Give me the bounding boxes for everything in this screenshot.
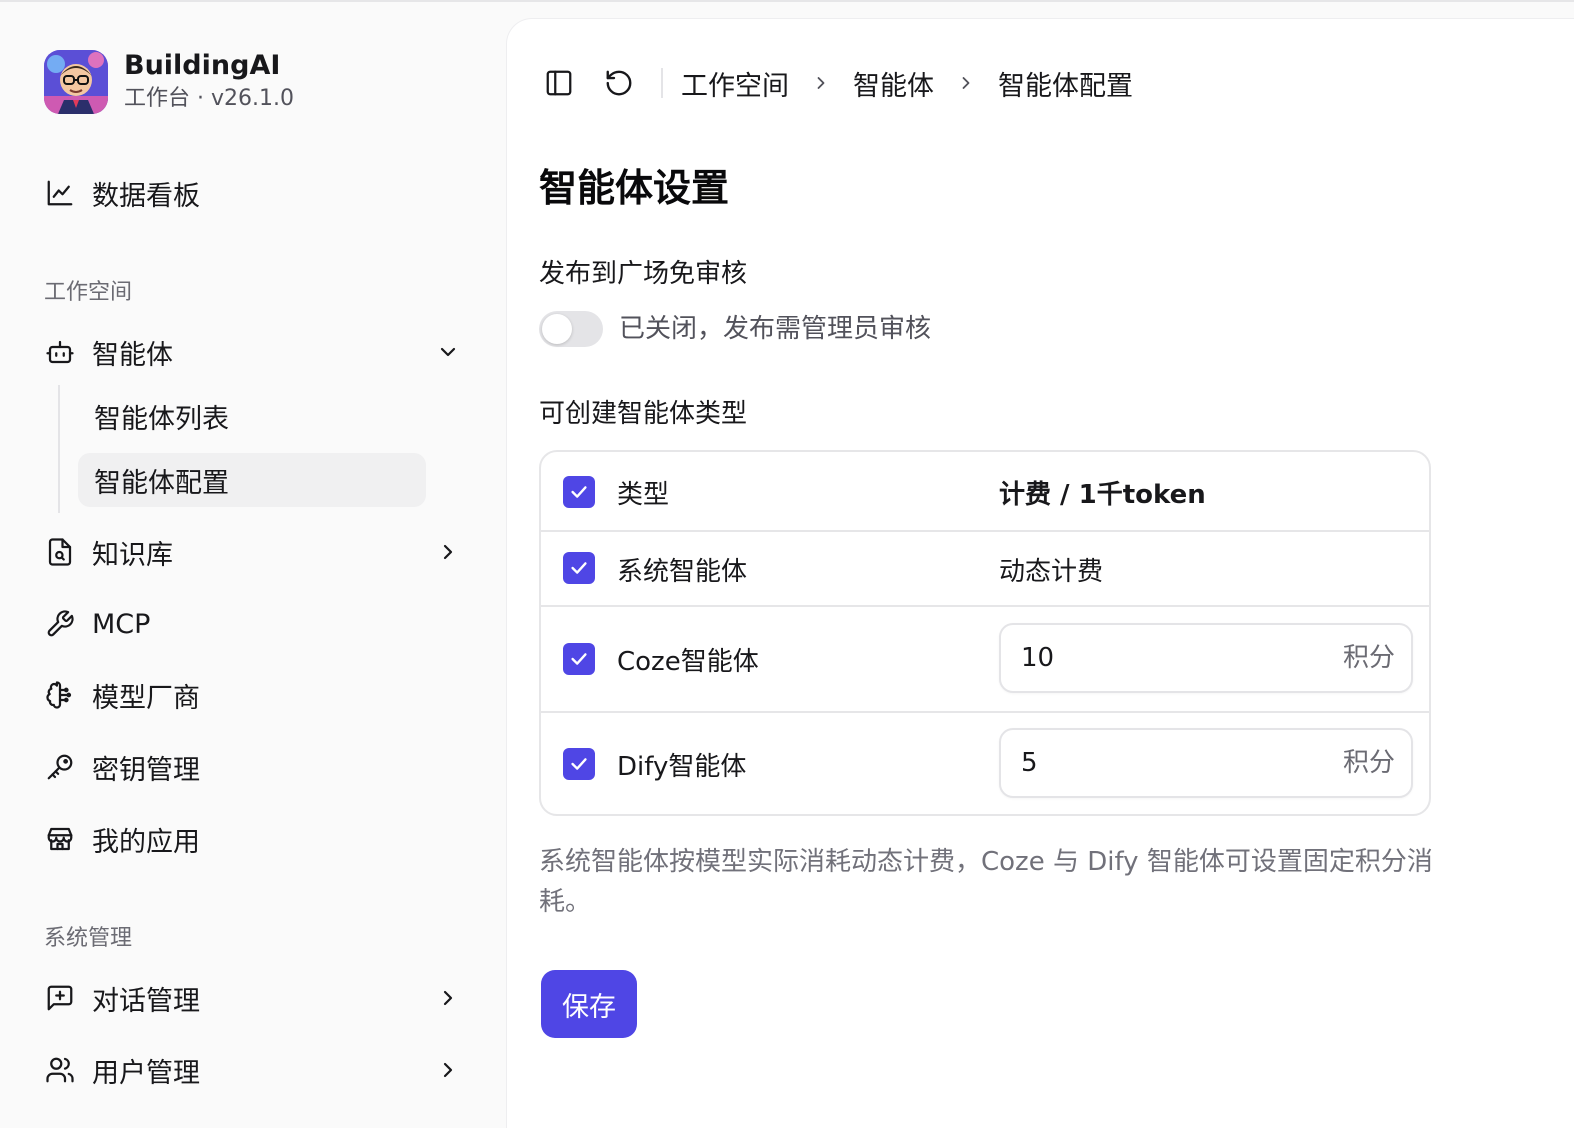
check-icon xyxy=(571,758,587,770)
system-agent-checkbox[interactable] xyxy=(563,552,595,584)
check-icon xyxy=(571,486,587,498)
input-value: 10 xyxy=(1021,643,1055,673)
brand[interactable]: BuildingAI 工作台 · v26.1.0 xyxy=(44,50,294,114)
publish-review-toggle[interactable] xyxy=(539,311,603,347)
save-button[interactable]: 保存 xyxy=(541,970,637,1038)
input-unit: 积分 xyxy=(1342,643,1395,673)
toggle-knob xyxy=(542,314,572,344)
check-icon xyxy=(571,653,587,665)
toolbar: 工作空间 智能体 智能体配置 xyxy=(541,63,1133,103)
table-header-row: 类型 计费 / 1千token xyxy=(541,452,1429,532)
users-icon xyxy=(44,1054,76,1086)
header-cost: 计费 / 1千token xyxy=(999,480,1206,510)
toolbar-divider xyxy=(661,68,663,98)
row-name: 系统智能体 xyxy=(617,557,748,587)
breadcrumb-workspace[interactable]: 工作空间 xyxy=(681,64,789,103)
page-title: 智能体设置 xyxy=(539,166,730,210)
main-content: 工作空间 智能体 智能体配置 智能体设置 发布到广场免审核 已关闭，发布需管理员… xyxy=(506,18,1574,1128)
sidebar-item-knowledge[interactable]: 知识库 xyxy=(44,527,464,577)
chevron-right-icon xyxy=(443,1062,453,1078)
coze-agent-checkbox[interactable] xyxy=(563,643,595,675)
sidebar-item-apps[interactable]: 我的应用 xyxy=(44,814,464,864)
sidebar-item-label: 数据看板 xyxy=(92,180,200,212)
wrench-icon xyxy=(44,608,76,640)
chevron-down-icon xyxy=(440,347,456,357)
dify-agent-checkbox[interactable] xyxy=(563,748,595,780)
breadcrumb-agents[interactable]: 智能体 xyxy=(853,64,934,103)
agent-types-label: 可创建智能体类型 xyxy=(539,399,748,429)
agent-types-table: 类型 计费 / 1千token 系统智能体 动态计费 Coze智能体 10 积分 xyxy=(539,450,1431,816)
header-type: 类型 xyxy=(617,480,670,510)
brand-logo xyxy=(44,50,108,114)
submenu-guide-line xyxy=(58,385,60,513)
breadcrumb: 工作空间 智能体 智能体配置 xyxy=(681,64,1133,103)
dify-cost-input[interactable]: 5 积分 xyxy=(999,728,1413,798)
refresh-icon[interactable] xyxy=(601,65,637,101)
sidebar-subitem-agent-config[interactable]: 智能体配置 xyxy=(78,453,426,507)
sidebar-item-models[interactable]: 模型厂商 xyxy=(44,670,464,720)
sidebar: BuildingAI 工作台 · v26.1.0 数据看板 工作空间 智能体 智… xyxy=(0,0,506,1114)
sidebar-item-label: 知识库 xyxy=(92,539,173,571)
line-chart-icon xyxy=(44,177,76,209)
sidebar-item-label: 密钥管理 xyxy=(92,754,200,786)
file-search-icon xyxy=(44,536,76,568)
message-square-plus-icon xyxy=(44,982,76,1014)
brand-subtitle: 工作台 · v26.1.0 xyxy=(124,86,294,111)
chevron-right-icon xyxy=(443,990,453,1006)
sidebar-subitem-agent-list[interactable]: 智能体列表 xyxy=(78,389,426,443)
table-row: Dify智能体 5 积分 xyxy=(541,713,1429,814)
store-icon xyxy=(44,823,76,855)
row-name: Dify智能体 xyxy=(617,752,747,782)
publish-review-label: 发布到广场免审核 xyxy=(539,259,748,289)
sidebar-item-label: MCP xyxy=(92,608,151,640)
sidebar-item-users[interactable]: 用户管理 xyxy=(44,1045,464,1095)
sidebar-item-conversations[interactable]: 对话管理 xyxy=(44,973,464,1023)
chevron-right-icon xyxy=(443,544,453,560)
sidebar-item-label: 智能体 xyxy=(92,339,173,371)
sidebar-item-keys[interactable]: 密钥管理 xyxy=(44,742,464,792)
row-name: Coze智能体 xyxy=(617,647,759,677)
billing-help-text: 系统智能体按模型实际消耗动态计费，Coze 与 Dify 智能体可设置固定积分消… xyxy=(539,847,1433,917)
table-row: 系统智能体 动态计费 xyxy=(541,532,1429,607)
bot-icon xyxy=(44,336,76,368)
coze-cost-input[interactable]: 10 积分 xyxy=(999,623,1413,693)
sidebar-item-mcp[interactable]: MCP xyxy=(44,599,464,649)
check-icon xyxy=(571,562,587,574)
sidebar-item-dashboard[interactable]: 数据看板 xyxy=(44,168,464,218)
section-label-system: 系统管理 xyxy=(44,926,133,951)
sidebar-toggle-icon[interactable] xyxy=(541,65,577,101)
select-all-checkbox[interactable] xyxy=(563,476,595,508)
table-row: Coze智能体 10 积分 xyxy=(541,607,1429,713)
toggle-status-text: 已关闭，发布需管理员审核 xyxy=(619,314,932,344)
brain-icon xyxy=(44,679,76,711)
chevron-right-icon xyxy=(811,73,831,93)
brand-name: BuildingAI xyxy=(124,50,281,81)
sidebar-item-label: 模型厂商 xyxy=(92,682,200,714)
sidebar-item-label: 用户管理 xyxy=(92,1057,200,1089)
key-icon xyxy=(44,751,76,783)
breadcrumb-current: 智能体配置 xyxy=(998,70,1133,102)
input-unit: 积分 xyxy=(1342,748,1395,778)
row-cost: 动态计费 xyxy=(999,557,1104,587)
sidebar-item-label: 对话管理 xyxy=(92,985,200,1017)
sidebar-item-agents[interactable]: 智能体 xyxy=(44,327,464,377)
sidebar-item-label: 我的应用 xyxy=(92,826,200,858)
input-value: 5 xyxy=(1021,748,1038,778)
section-label-workspace: 工作空间 xyxy=(44,280,133,305)
chevron-right-icon xyxy=(956,73,976,93)
